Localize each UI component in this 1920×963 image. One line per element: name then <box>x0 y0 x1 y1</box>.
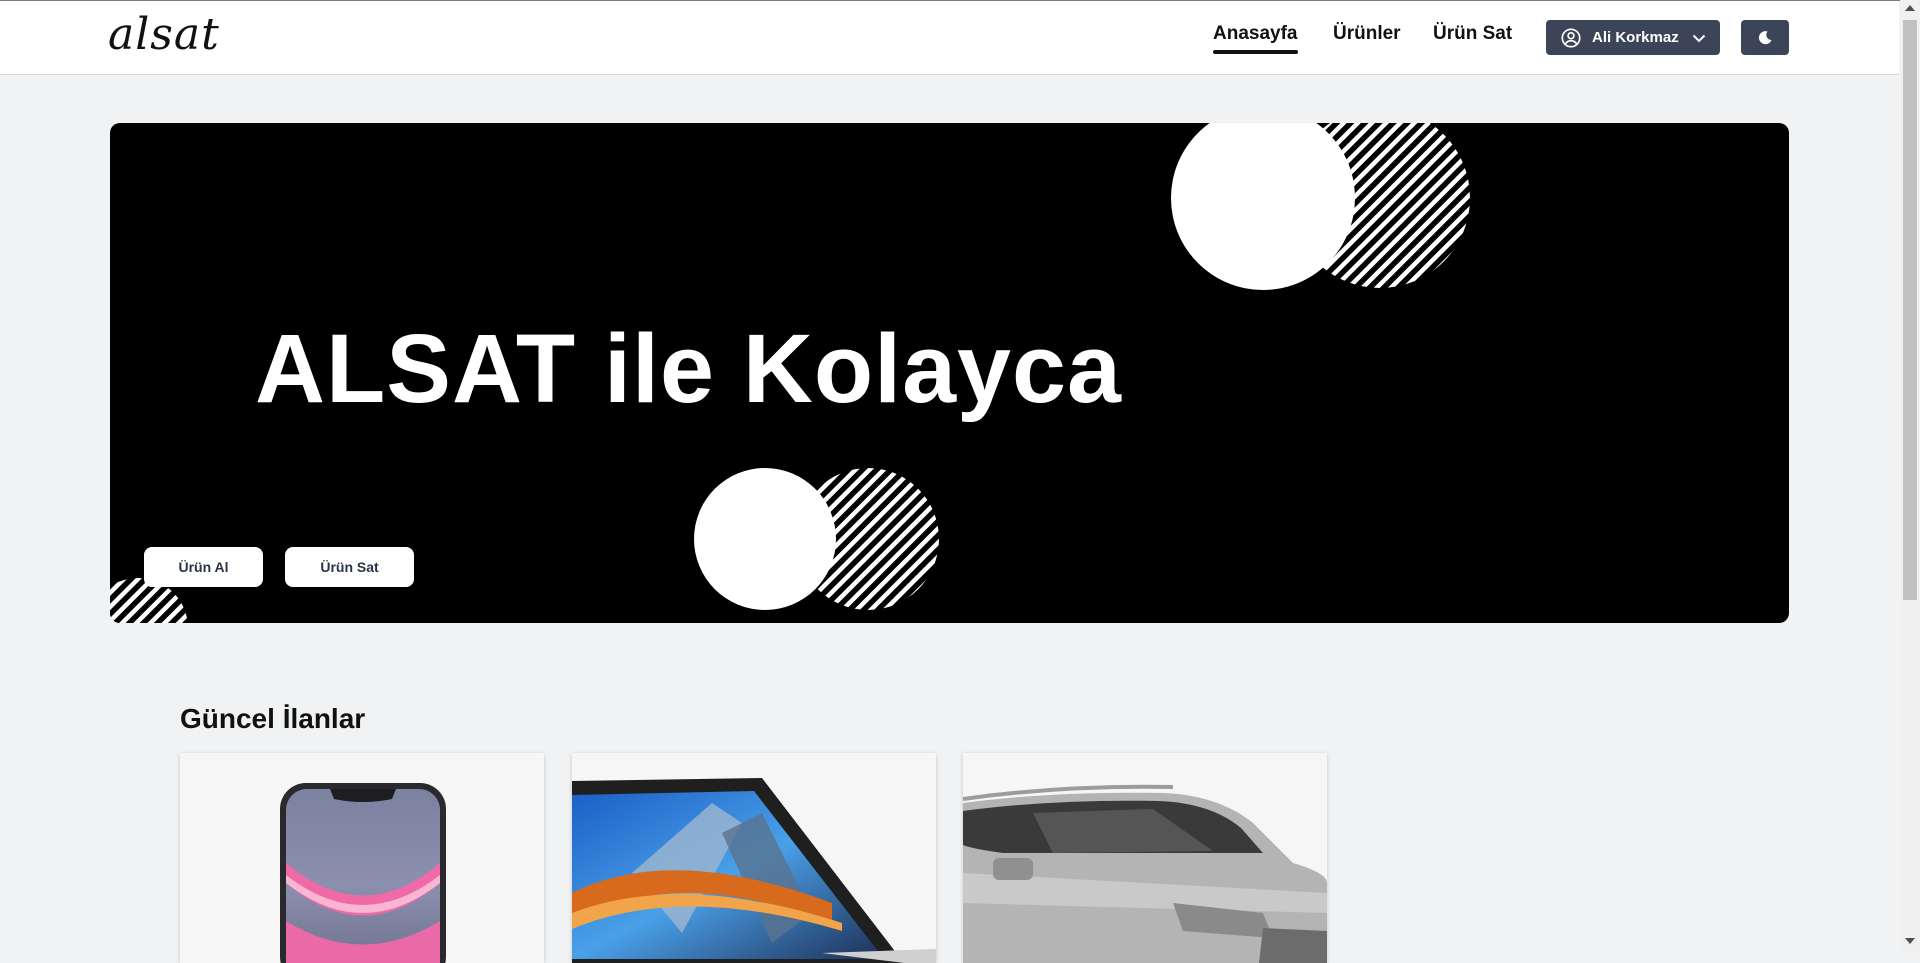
listing-card[interactable] <box>180 753 544 963</box>
hero-title: ALSAT ile Kolayca <box>255 314 1122 423</box>
chevron-down-icon <box>1692 34 1705 42</box>
navbar: alsat Anasayfa Ürünler Ürün Sat Ali Kork… <box>0 1 1899 75</box>
car-image <box>963 753 1327 963</box>
phone-image <box>180 753 544 963</box>
user-circle-icon <box>1561 27 1581 48</box>
sell-product-button[interactable]: Ürün Sat <box>285 547 414 587</box>
laptop-image <box>572 753 936 963</box>
scroll-up-arrow-icon[interactable] <box>1905 5 1915 11</box>
page-scrollbar[interactable] <box>1900 0 1920 952</box>
white-circle <box>694 468 836 610</box>
nav-link-products[interactable]: Ürünler <box>1333 23 1401 45</box>
user-menu-button[interactable]: Ali Korkmaz <box>1546 20 1720 55</box>
theme-toggle-button[interactable] <box>1741 20 1789 55</box>
scrollbar-thumb[interactable] <box>1903 20 1917 600</box>
listings-title: Güncel İlanlar <box>180 703 366 734</box>
listing-card[interactable] <box>572 753 936 963</box>
nav-link-sell[interactable]: Ürün Sat <box>1433 23 1512 45</box>
buy-product-button[interactable]: Ürün Al <box>144 547 263 587</box>
logo[interactable]: alsat <box>108 9 220 60</box>
hero-banner: ALSAT ile Kolayca Ürün Al Ürün Sat <box>110 123 1789 623</box>
scroll-down-arrow-icon[interactable] <box>1905 938 1915 944</box>
nav-link-home[interactable]: Anasayfa <box>1213 23 1298 54</box>
user-name: Ali Korkmaz <box>1592 29 1679 46</box>
listing-card[interactable] <box>963 753 1327 963</box>
moon-icon <box>1758 30 1772 44</box>
